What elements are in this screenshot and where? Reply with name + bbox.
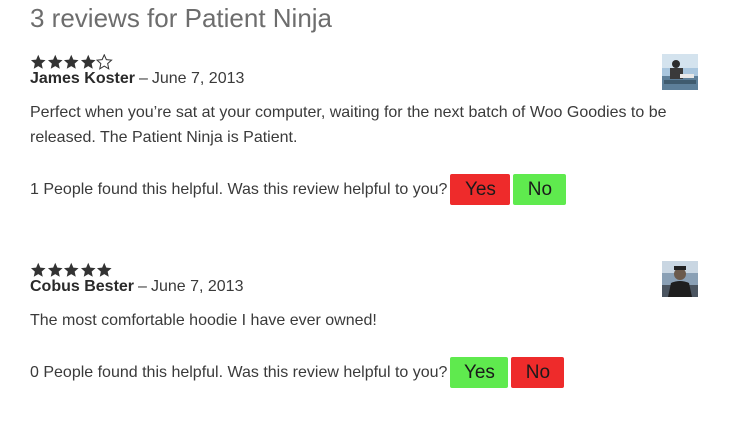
yes-button[interactable]: Yes <box>450 174 511 205</box>
star-filled-icon <box>30 262 46 277</box>
star-filled-icon <box>96 262 112 277</box>
helpful-prompt: 0 People found this helpful. Was this re… <box>30 357 565 388</box>
star-filled-icon <box>63 54 79 69</box>
meta-separator: – <box>138 278 147 295</box>
review-text: The most comfortable hoodie I have ever … <box>30 312 377 329</box>
star-filled-icon <box>30 54 46 69</box>
no-button[interactable]: No <box>511 357 565 388</box>
review-item: James Koster – June 7, 2013 Perfect when y… <box>30 54 700 214</box>
review-text: Perfect when you’re sat at your computer… <box>30 104 667 146</box>
reviews-title: 3 reviews for Patient Ninja <box>30 3 333 33</box>
review-meta: James Koster – June 7, 2013 <box>30 69 244 89</box>
star-filled-icon <box>47 262 63 277</box>
review-date: June 7, 2013 <box>150 278 244 295</box>
review-date: June 7, 2013 <box>151 70 245 87</box>
review-item: Cobus Bester – June 7, 2013 The most comfo… <box>30 262 700 392</box>
helpful-text: 1 People found this helpful. Was this re… <box>30 180 448 198</box>
meta-separator: – <box>138 70 148 87</box>
review-author: James Koster <box>30 70 135 87</box>
helpful-text: 0 People found this helpful. Was this re… <box>30 363 448 381</box>
star-rating <box>30 262 113 278</box>
yes-button[interactable]: Yes <box>450 357 509 388</box>
star-filled-icon <box>80 54 96 69</box>
helpful-prompt: 1 People found this helpful. Was this re… <box>30 174 567 205</box>
no-button[interactable]: No <box>513 174 567 205</box>
review-author: Cobus Bester <box>30 278 135 295</box>
star-empty-icon <box>96 54 113 70</box>
star-filled-icon <box>47 54 63 69</box>
star-rating <box>30 54 113 70</box>
reviewer-avatar <box>662 54 698 90</box>
review-meta: Cobus Bester – June 7, 2013 <box>30 277 243 297</box>
star-filled-icon <box>80 262 96 277</box>
reviewer-avatar <box>662 261 698 297</box>
star-filled-icon <box>63 262 79 277</box>
